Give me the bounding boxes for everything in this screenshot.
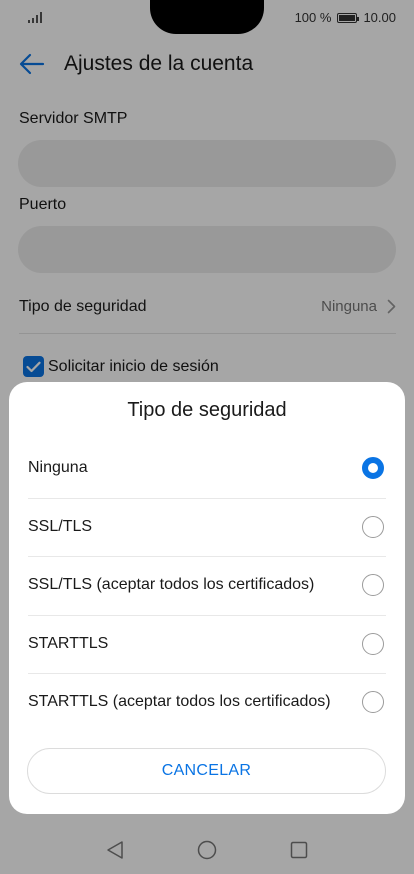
option-ninguna[interactable]: Ninguna [9,439,405,498]
security-type-dialog: Tipo de seguridad Ninguna SSL/TLS SSL/TL… [9,382,405,814]
option-starttls-accept-all[interactable]: STARTTLS (aceptar todos los certificados… [9,673,405,732]
option-label: SSL/TLS [28,517,93,535]
screen: 100 % 10.00 Ajustes de la cuenta Servido… [0,0,414,874]
option-label: STARTTLS [28,634,109,652]
option-starttls[interactable]: STARTTLS [9,614,405,674]
option-ssl-tls-accept-all[interactable]: SSL/TLS (aceptar todos los certificados) [9,556,405,615]
dialog-title: Tipo de seguridad [127,399,287,421]
option-label: SSL/TLS (aceptar todos los certificados) [28,576,315,594]
security-options-list: Ninguna SSL/TLS SSL/TLS (aceptar todos l… [9,439,405,732]
cancel-button[interactable]: CANCELAR [27,748,386,794]
radio-icon[interactable] [362,632,384,655]
radio-icon[interactable] [362,574,384,597]
option-label: STARTTLS (aceptar todos los certificados… [28,693,331,711]
option-ssl-tls[interactable]: SSL/TLS [9,497,405,557]
radio-icon[interactable] [362,515,384,538]
option-label: Ninguna [28,459,88,477]
radio-checked-icon[interactable] [362,457,384,480]
radio-icon[interactable] [362,691,384,714]
